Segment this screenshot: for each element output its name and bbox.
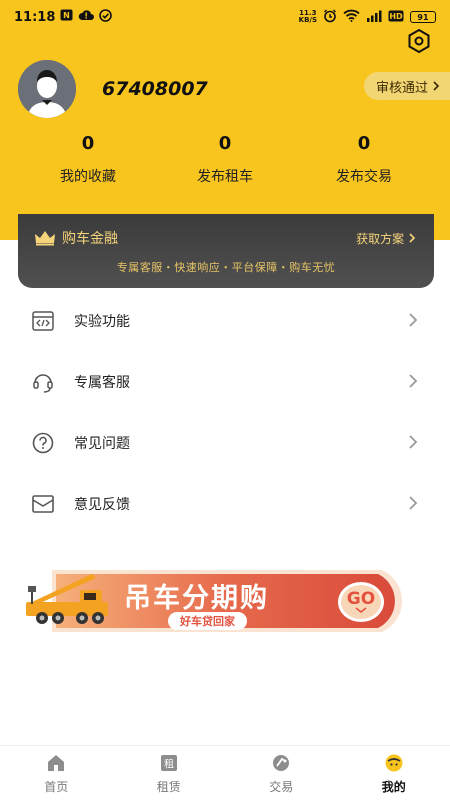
svg-text:租: 租 bbox=[164, 758, 174, 771]
menu-item-faq[interactable]: 常见问题 bbox=[0, 412, 450, 473]
check-circle-icon bbox=[99, 8, 113, 26]
chevron-down-icon bbox=[355, 607, 367, 613]
finance-link-label: 获取方案 bbox=[356, 232, 405, 246]
cloud-alert-icon bbox=[78, 9, 95, 25]
banner-headline: 吊车分期购 bbox=[124, 583, 269, 614]
stat-published-rentals[interactable]: 0 发布租车 bbox=[155, 132, 295, 186]
user-id: 67408007 bbox=[102, 78, 208, 100]
bottom-tab-bar: 首页 租 租赁 交易 我的 bbox=[0, 745, 450, 800]
banner-tagline: 好车贷回家 bbox=[168, 612, 247, 630]
home-icon bbox=[45, 752, 67, 774]
finance-title-group: 购车金融 bbox=[34, 228, 118, 248]
chevron-right-icon bbox=[409, 496, 418, 510]
settings-hex-icon[interactable] bbox=[406, 28, 432, 54]
stat-favorites[interactable]: 0 我的收藏 bbox=[18, 132, 158, 186]
profile-icon bbox=[383, 752, 405, 774]
stat-value: 0 bbox=[357, 133, 371, 154]
notification-app-icon: N bbox=[60, 9, 73, 25]
banner-go-label: GO bbox=[346, 589, 376, 609]
settings-menu: 实验功能 专属客服 常见问题 意见反馈 bbox=[0, 290, 450, 534]
menu-label: 常见问题 bbox=[74, 435, 130, 452]
tab-label: 交易 bbox=[269, 780, 294, 794]
menu-item-customer-service[interactable]: 专属客服 bbox=[0, 351, 450, 412]
stat-label: 发布交易 bbox=[336, 169, 392, 185]
network-speed-unit: KB/S bbox=[298, 16, 317, 24]
audit-status-label: 审核通过 bbox=[376, 80, 429, 96]
trade-icon bbox=[270, 752, 292, 774]
question-icon bbox=[30, 430, 56, 456]
hd-icon: HD bbox=[388, 10, 404, 25]
avatar[interactable] bbox=[18, 60, 76, 118]
chevron-right-icon bbox=[409, 374, 418, 388]
crane-installment-banner[interactable]: 吊车分期购 好车贷回家 GO bbox=[22, 560, 428, 638]
chevron-right-icon bbox=[409, 313, 418, 327]
menu-label: 意见反馈 bbox=[74, 496, 130, 513]
wifi-icon bbox=[343, 9, 360, 25]
menu-label: 专属客服 bbox=[74, 374, 130, 391]
network-speed: 11.3 KB/S bbox=[299, 10, 317, 24]
alarm-icon bbox=[323, 9, 337, 26]
tab-trade[interactable]: 交易 bbox=[225, 746, 338, 800]
chevron-right-icon bbox=[409, 435, 418, 449]
audit-status-badge[interactable]: 审核通过 bbox=[364, 72, 450, 100]
signal-icon bbox=[366, 10, 382, 25]
stat-published-trades[interactable]: 0 发布交易 bbox=[294, 132, 434, 186]
stat-value: 0 bbox=[218, 133, 232, 154]
battery-indicator: 91 bbox=[410, 11, 436, 23]
status-time: 11:18 bbox=[14, 9, 56, 25]
tab-rental[interactable]: 租 租赁 bbox=[113, 746, 226, 800]
menu-label: 实验功能 bbox=[74, 313, 130, 330]
menu-item-experimental[interactable]: 实验功能 bbox=[0, 290, 450, 351]
chevron-right-icon bbox=[433, 81, 440, 91]
svg-text:N: N bbox=[64, 11, 71, 20]
stats-row: 0 我的收藏 0 发布租车 0 发布交易 bbox=[0, 132, 450, 192]
finance-title: 购车金融 bbox=[62, 231, 118, 247]
stat-value: 0 bbox=[81, 133, 95, 154]
tab-mine[interactable]: 我的 bbox=[338, 746, 450, 800]
finance-get-plan-link[interactable]: 获取方案 bbox=[356, 230, 416, 247]
rent-icon: 租 bbox=[158, 752, 180, 774]
tab-label: 租赁 bbox=[156, 780, 181, 794]
finance-card[interactable]: 购车金融 获取方案 专属客服・快速响应・平台保障・购车无忧 bbox=[18, 214, 434, 288]
profile-header-background bbox=[0, 0, 450, 240]
code-window-icon bbox=[30, 308, 56, 334]
crown-icon bbox=[35, 231, 55, 246]
status-bar: 11:18 N 11.3 KB/S HD 91 bbox=[0, 0, 450, 34]
chevron-right-icon bbox=[409, 233, 416, 243]
stat-label: 发布租车 bbox=[197, 169, 253, 185]
tab-label: 我的 bbox=[381, 780, 406, 794]
finance-subtitle: 专属客服・快速响应・平台保障・购车无忧 bbox=[116, 261, 336, 274]
banner-go-button[interactable]: GO bbox=[338, 582, 384, 622]
stat-label: 我的收藏 bbox=[60, 169, 116, 185]
tab-label: 首页 bbox=[44, 780, 69, 794]
svg-text:HD: HD bbox=[389, 12, 403, 21]
menu-item-feedback[interactable]: 意见反馈 bbox=[0, 473, 450, 534]
tab-home[interactable]: 首页 bbox=[0, 746, 113, 800]
mail-icon bbox=[30, 491, 56, 517]
headset-icon bbox=[30, 369, 56, 395]
